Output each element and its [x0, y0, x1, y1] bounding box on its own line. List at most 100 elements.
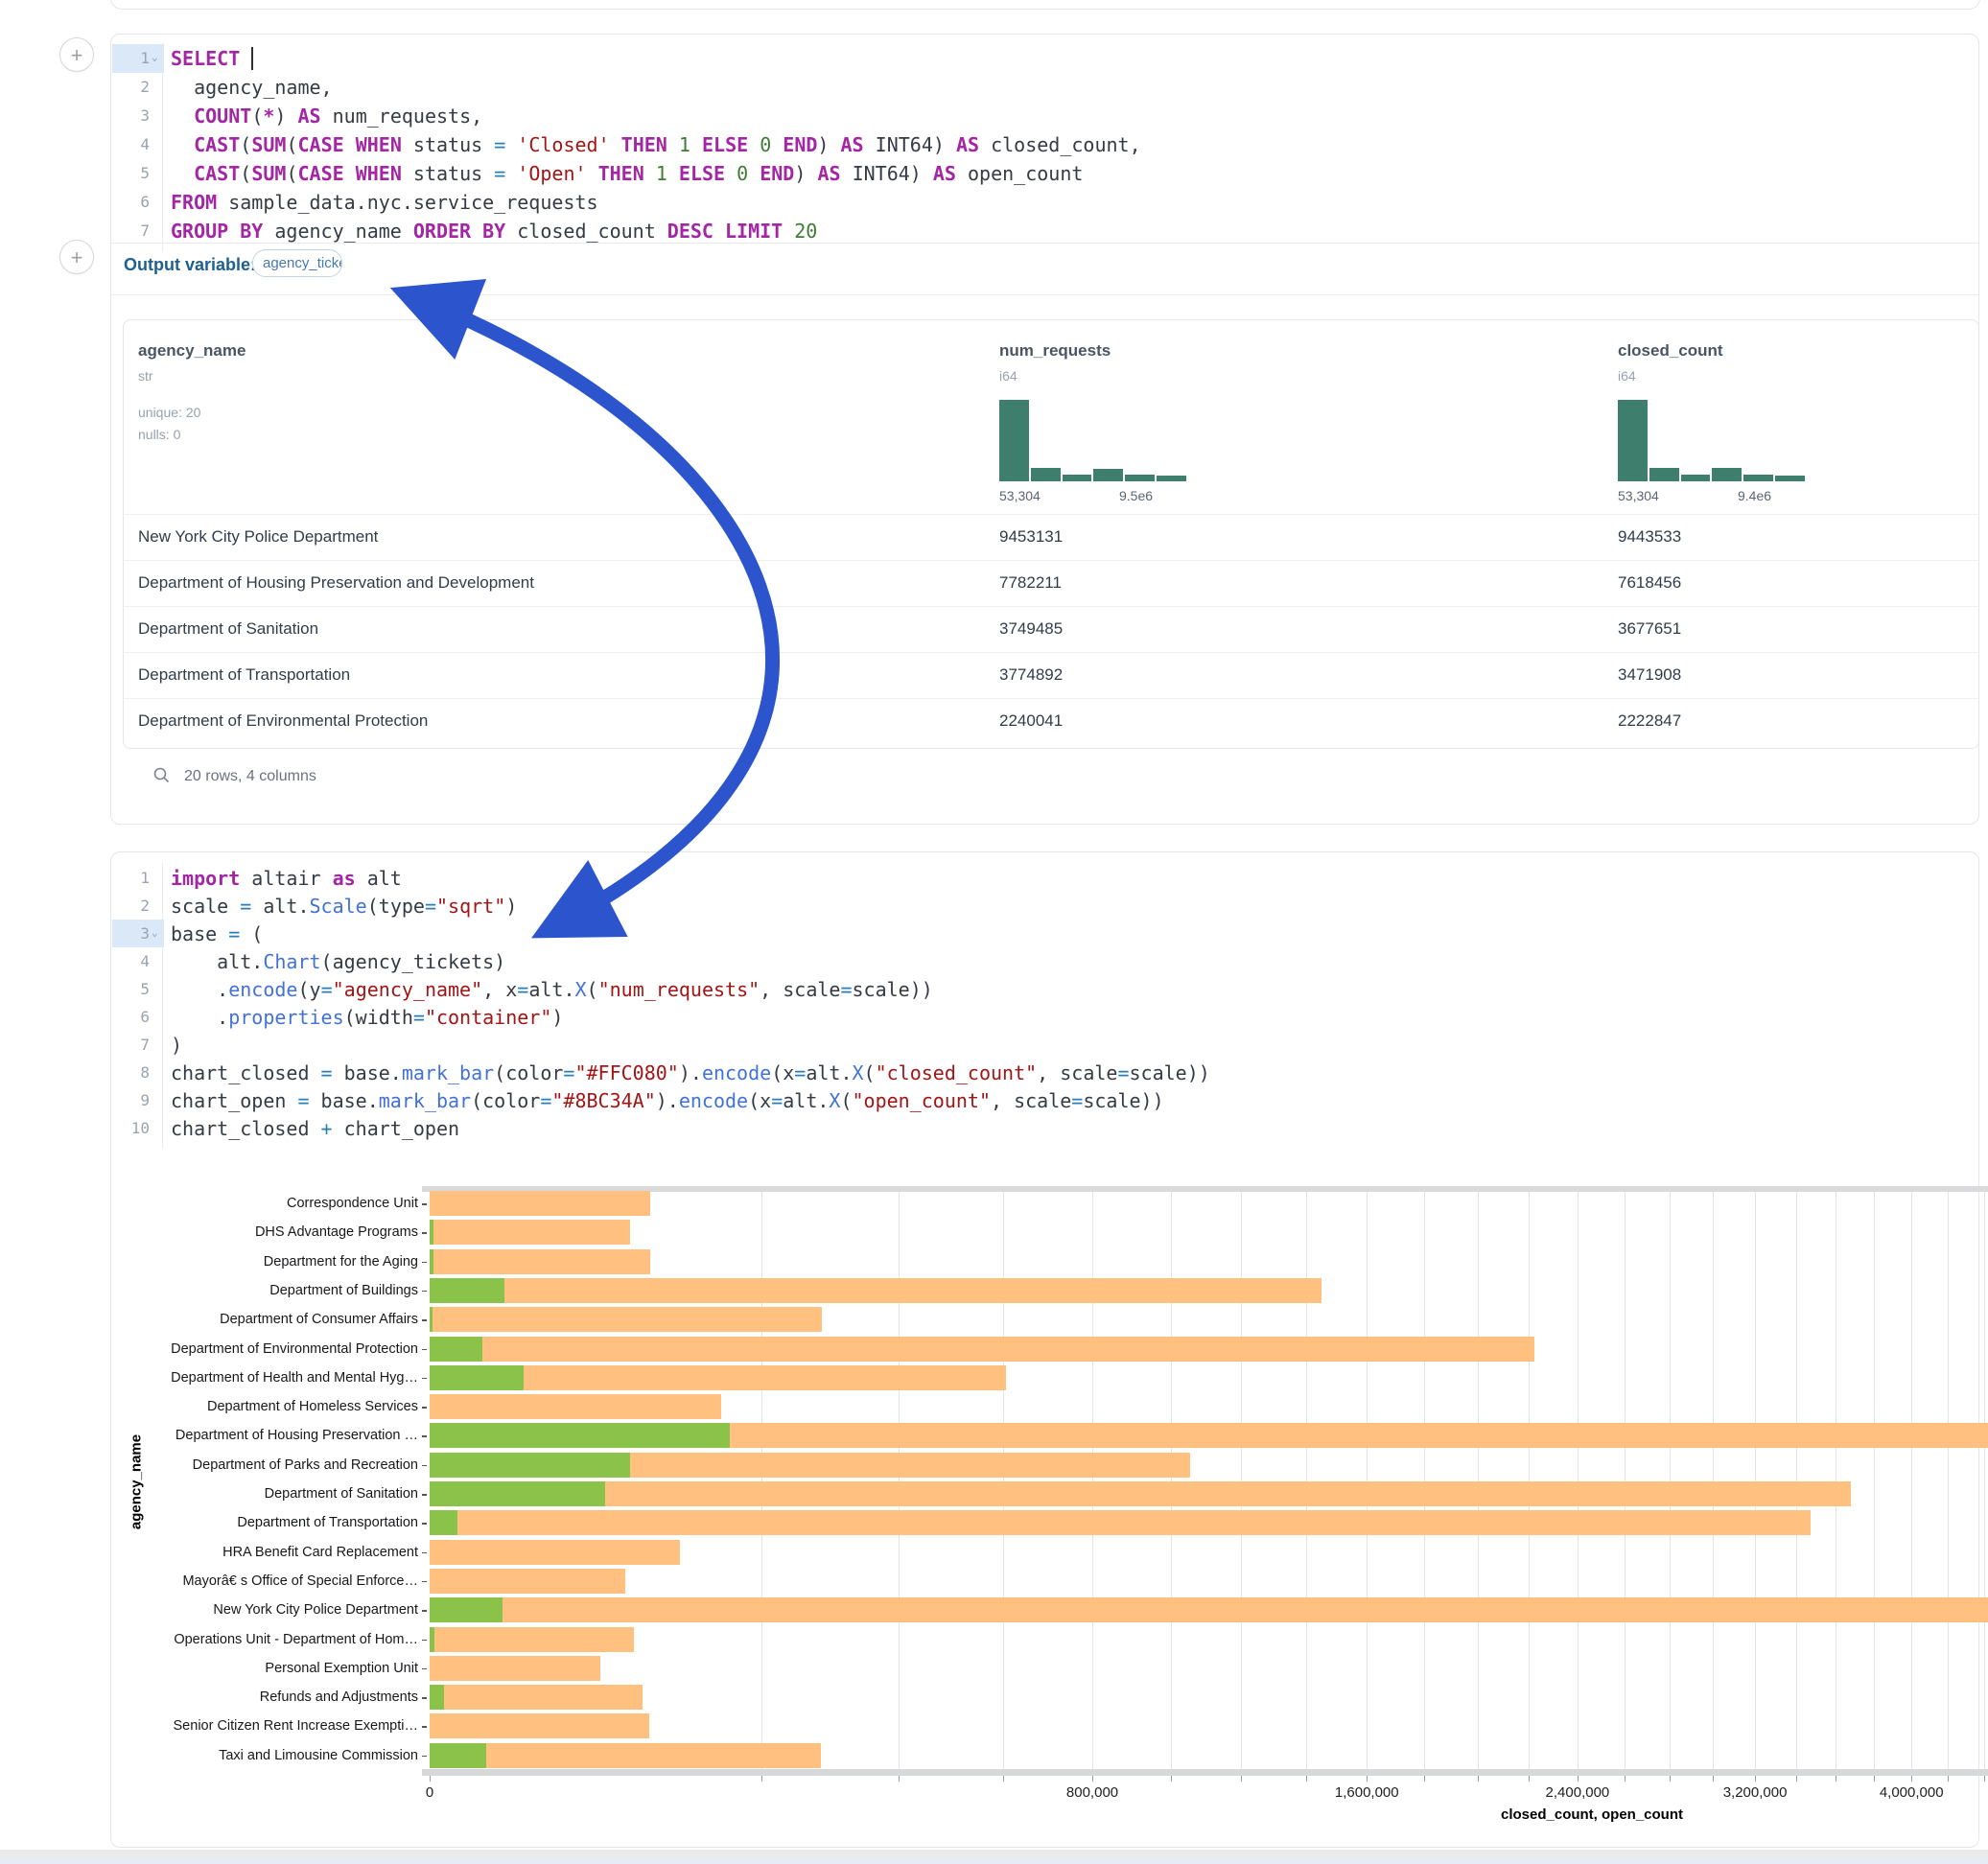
y-axis-tick: [422, 1668, 427, 1670]
code-line: CAST(SUM(CASE WHEN status = 'Open' THEN …: [171, 162, 1083, 185]
row-separator: [124, 652, 1978, 653]
bar-open-count: [430, 1627, 434, 1652]
gutter-separator: [162, 863, 163, 1149]
notebook-page: { "colors":{"accent_blue_arrow":"#2b54cd…: [0, 0, 1988, 1864]
row-separator: [124, 514, 1978, 515]
histogram-bar: [1618, 400, 1648, 481]
code-line: .encode(y="agency_name", x=alt.X("num_re…: [171, 978, 933, 1001]
y-axis-tick: [422, 1435, 427, 1437]
code-line: import altair as alt: [171, 867, 402, 890]
x-axis-tick: [1092, 1776, 1093, 1782]
histogram-max-label: 9.5e6: [1119, 488, 1205, 503]
y-axis-label: Senior Citizen Rent Increase Exempti…: [0, 1718, 418, 1734]
y-axis-label: Department of Parks and Recreation: [0, 1457, 418, 1473]
y-axis-tick: [422, 1494, 427, 1496]
row-separator: [124, 698, 1978, 699]
histogram-bar: [1031, 468, 1061, 481]
histogram-bar: [1649, 468, 1679, 481]
y-axis-label: Taxi and Limousine Commission: [0, 1748, 418, 1763]
y-axis-label: Department of Homeless Services: [0, 1399, 418, 1414]
bottom-accent-line: [0, 1858, 1988, 1864]
chart-top-scrollbar[interactable]: [422, 1186, 1988, 1192]
y-axis-tick: [422, 1523, 427, 1525]
histogram-bar: [999, 400, 1029, 481]
x-axis-tick: [761, 1776, 762, 1782]
table-cell: Department of Housing Preservation and D…: [138, 573, 534, 593]
column-histogram: [999, 400, 1186, 481]
bar-closed-count: [430, 1249, 650, 1274]
x-axis-tick: [430, 1776, 431, 1782]
add-cell-button-middle[interactable]: +: [59, 240, 94, 274]
line-number: 7: [111, 221, 150, 240]
bar-closed-count: [430, 1656, 600, 1681]
x-axis-tick-label: 2,400,000: [1520, 1784, 1635, 1801]
x-axis-tick: [899, 1776, 900, 1782]
row-separator: [124, 560, 1978, 561]
x-axis-tick: [1241, 1776, 1242, 1782]
row-separator: [124, 606, 1978, 607]
column-header-num_requests[interactable]: num_requests: [999, 341, 1111, 361]
bottom-scroll-track[interactable]: [0, 1850, 1988, 1858]
line-number: 3: [111, 106, 150, 125]
x-axis-tick: [1755, 1776, 1756, 1782]
bar-closed-count: [430, 1510, 1811, 1535]
x-axis-tick-label: 1,600,000: [1309, 1784, 1424, 1801]
column-header-closed_count[interactable]: closed_count: [1618, 341, 1723, 361]
y-axis-label: Department of Buildings: [0, 1283, 418, 1298]
cell-separator: [111, 243, 1978, 244]
collapse-chevron-icon[interactable]: ⌄: [152, 51, 158, 63]
y-axis-tick: [422, 1610, 427, 1612]
y-axis-label: Personal Exemption Unit: [0, 1661, 418, 1676]
x-axis-tick: [1948, 1776, 1949, 1782]
sql-editor[interactable]: ⌄1SELECT 2 agency_name,3 COUNT(*) AS num…: [111, 35, 1978, 243]
code-line: alt.Chart(agency_tickets): [171, 950, 505, 973]
y-axis-tick: [422, 1349, 427, 1351]
gridline: [1948, 1192, 1949, 1770]
bar-closed-count: [430, 1278, 1321, 1303]
table-cell: 3471908: [1618, 665, 1681, 685]
x-axis-tick-label: 3,200,000: [1697, 1784, 1813, 1801]
column-header-agency_name[interactable]: agency_name: [138, 341, 246, 361]
table-cell: 9443533: [1618, 527, 1681, 547]
table-cell: 7782211: [999, 573, 1062, 593]
code-line: FROM sample_data.nyc.service_requests: [171, 191, 598, 214]
table-cell: 7618456: [1618, 573, 1681, 593]
code-line: agency_name,: [171, 76, 333, 99]
histogram-bar: [1063, 475, 1092, 481]
row-column-count: 20 rows, 4 columns: [184, 768, 316, 784]
histogram-bar: [1681, 475, 1711, 481]
bar-open-count: [430, 1337, 482, 1362]
line-number: 6: [111, 1008, 150, 1026]
histogram-bar: [1743, 475, 1773, 481]
python-editor[interactable]: 1import altair as alt2scale = alt.Scale(…: [111, 852, 1978, 1150]
output-variable-input[interactable]: agency_tickets: [252, 249, 342, 277]
line-number: 7: [111, 1036, 150, 1054]
result-table: agency_namestrunique: 20nulls: 0num_requ…: [123, 319, 1979, 749]
line-number: 3: [111, 924, 150, 943]
bar-closed-count: [430, 1307, 822, 1332]
bar-open-count: [430, 1685, 444, 1710]
code-line: ): [171, 1034, 182, 1057]
bar-closed-count: [430, 1685, 643, 1710]
y-axis-label: Department of Transportation: [0, 1515, 418, 1530]
add-cell-button-top[interactable]: +: [59, 37, 94, 72]
column-stat: unique: 20: [138, 405, 200, 420]
x-axis-tick: [1984, 1776, 1985, 1782]
histogram-bar: [1775, 476, 1805, 481]
histogram-bar: [1125, 475, 1155, 481]
y-axis-tick: [422, 1726, 427, 1728]
bar-closed-count: [430, 1569, 625, 1594]
x-axis-tick-label: 800,000: [1035, 1784, 1150, 1801]
line-number: 2: [111, 78, 150, 96]
line-number: 1: [111, 49, 150, 67]
collapse-chevron-icon[interactable]: ⌄: [152, 926, 158, 939]
search-icon[interactable]: [152, 766, 171, 784]
line-number: 9: [111, 1091, 150, 1109]
y-axis-label: DHS Advantage Programs: [0, 1224, 418, 1240]
table-cell: Department of Environmental Protection: [138, 711, 428, 731]
bar-open-count: [430, 1481, 605, 1506]
y-axis-tick: [422, 1640, 427, 1642]
table-cell: 2222847: [1618, 711, 1681, 731]
code-line: chart_open = base.mark_bar(color="#8BC34…: [171, 1089, 1164, 1112]
chart-bottom-scrollbar[interactable]: [422, 1769, 1988, 1776]
